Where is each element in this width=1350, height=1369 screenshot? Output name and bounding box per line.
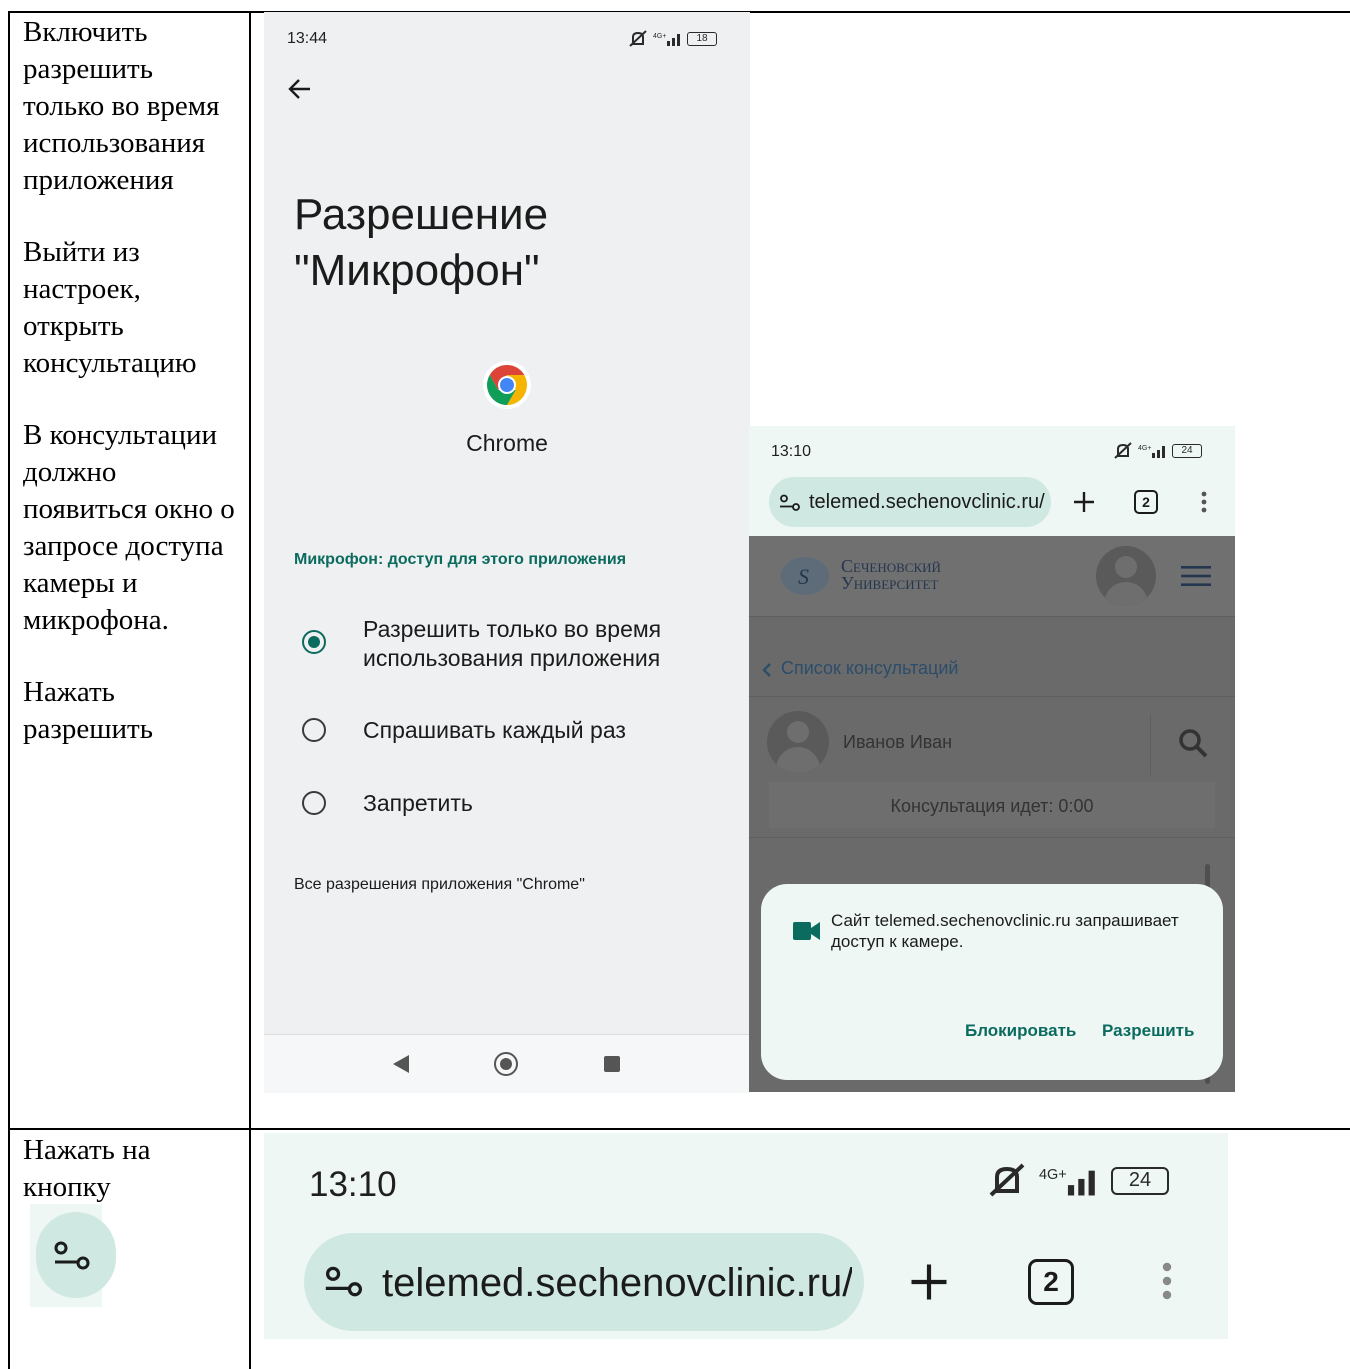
signal-icon: 4G+ [1138, 445, 1165, 458]
radio-ask-every-time[interactable] [302, 718, 326, 742]
instructions-cell: Включить разрешить только во время испол… [23, 14, 238, 783]
signal-icon: 4G+ [653, 33, 680, 46]
tab-switcher-button[interactable]: 2 [1028, 1259, 1074, 1305]
chrome-logo-icon [483, 361, 531, 409]
svg-text:S: S [798, 564, 809, 589]
tab-count: 2 [1043, 1266, 1059, 1297]
block-button[interactable]: Блокировать [965, 1021, 1076, 1041]
site-header: S Сеченовский Университет [749, 536, 1235, 617]
doctor-name: Иванов Иван [843, 732, 953, 752]
status-icons: 4G+ 24 [985, 1163, 1169, 1199]
instruction-press-allow: Нажать разрешить [23, 676, 153, 745]
site-logo-text: Сеченовский Университет [841, 557, 941, 593]
site-settings-icon [54, 1241, 90, 1270]
instruction-exit-settings: Выйти из настроек, открыть консультацию [23, 236, 197, 379]
more-menu-icon[interactable] [1160, 1259, 1174, 1303]
permission-screenshot: 13:44 4G+ 18 Разрешение "Микрофон" Chrom… [264, 12, 750, 1093]
status-time: 13:10 [771, 443, 812, 460]
table-column-divider [249, 11, 251, 1369]
status-icons: 4G+ 24 [1112, 442, 1202, 460]
browser-toolbar: 13:10 4G+ 24 telemed.sechenovclinic.ru/ … [749, 426, 1235, 536]
battery-icon: 24 [1111, 1167, 1169, 1195]
option-allow-while-using[interactable]: Разрешить только во время использования … [363, 615, 723, 673]
content-divider [749, 837, 1235, 838]
doctor-avatar [767, 711, 829, 773]
more-menu-icon[interactable] [1200, 490, 1208, 514]
site-settings-icon[interactable] [324, 1265, 364, 1299]
user-avatar[interactable] [1096, 546, 1156, 606]
svg-text:4G+: 4G+ [1138, 445, 1151, 452]
hamburger-menu-icon[interactable] [1181, 565, 1211, 587]
consultations-back-link[interactable]: Список консультаций [781, 658, 958, 679]
svg-text:4G+: 4G+ [1039, 1167, 1067, 1183]
status-time: 13:44 [287, 30, 328, 47]
instruction-enable-while-using: Включить разрешить только во время испол… [23, 16, 220, 196]
mute-icon [629, 30, 647, 47]
university-logo-icon: S [781, 557, 829, 595]
search-icon[interactable] [1177, 727, 1209, 759]
battery-level: 24 [1128, 1169, 1152, 1191]
status-icons: 4G+ 18 [627, 30, 717, 48]
signal-icon: 4G+ [1039, 1167, 1095, 1196]
instruction-press-button: Нажать на кнопку [23, 1134, 151, 1203]
svg-text:4G+: 4G+ [653, 33, 666, 40]
new-tab-icon[interactable] [1072, 490, 1096, 514]
battery-icon: 18 [687, 32, 717, 46]
option-deny[interactable]: Запретить [363, 789, 473, 818]
radio-deny[interactable] [302, 791, 326, 815]
chevron-left-icon[interactable] [762, 662, 772, 678]
instruction-consultation-window: В консультации должно появиться окно о з… [23, 419, 235, 636]
zoomed-browser-toolbar: 13:10 4G+ 24 telemed.sechenovclinic.ru/ … [264, 1133, 1228, 1339]
new-tab-icon[interactable] [908, 1261, 950, 1303]
doctor-card [749, 696, 1235, 775]
allow-button[interactable]: Разрешить [1102, 1021, 1194, 1041]
back-arrow-icon[interactable] [288, 78, 312, 100]
tab-count: 2 [1142, 494, 1150, 510]
logo-line-2: Университет [841, 573, 939, 593]
nav-home-icon[interactable] [493, 1051, 519, 1077]
browser-screenshot: 13:10 4G+ 24 telemed.sechenovclinic.ru/ … [749, 426, 1235, 1092]
dialog-message: Сайт telemed.sechenovclinic.ru запрашива… [831, 911, 1179, 951]
radio-allow-while-using[interactable] [302, 630, 326, 654]
url-bar[interactable]: telemed.sechenovclinic.ru/ [304, 1233, 864, 1331]
tab-switcher-button[interactable]: 2 [1134, 490, 1158, 514]
page-title: Разрешение "Микрофон" [294, 190, 549, 295]
all-permissions-link[interactable]: Все разрешения приложения "Chrome" [294, 876, 585, 894]
battery-level: 24 [1181, 445, 1193, 456]
navigation-bar [264, 1034, 750, 1093]
section-label: Микрофон: доступ для этого приложения [294, 551, 627, 568]
site-settings-icon[interactable] [779, 494, 801, 512]
battery-level: 18 [696, 33, 708, 44]
nav-recents-icon[interactable] [603, 1055, 621, 1073]
nav-back-icon[interactable] [391, 1053, 411, 1075]
table-row-divider [8, 1128, 1350, 1130]
consultation-status: Консультация идет: 0:00 [890, 796, 1094, 816]
card-divider [1150, 715, 1151, 775]
app-name: Chrome [466, 430, 548, 456]
table-border-left [8, 11, 10, 1369]
camera-permission-dialog: Сайт telemed.sechenovclinic.ru запрашива… [761, 884, 1223, 1080]
url-bar[interactable]: telemed.sechenovclinic.ru/ [769, 477, 1051, 527]
mute-icon [1114, 442, 1132, 459]
mute-icon [989, 1163, 1025, 1197]
button-example [30, 1204, 116, 1307]
battery-icon: 24 [1172, 444, 1202, 458]
url-text: telemed.sechenovclinic.ru/ [809, 491, 1045, 513]
url-text: telemed.sechenovclinic.ru/ [382, 1261, 852, 1305]
status-time: 13:10 [309, 1165, 397, 1204]
video-camera-icon [793, 922, 820, 940]
option-ask-every-time[interactable]: Спрашивать каждый раз [363, 716, 626, 745]
